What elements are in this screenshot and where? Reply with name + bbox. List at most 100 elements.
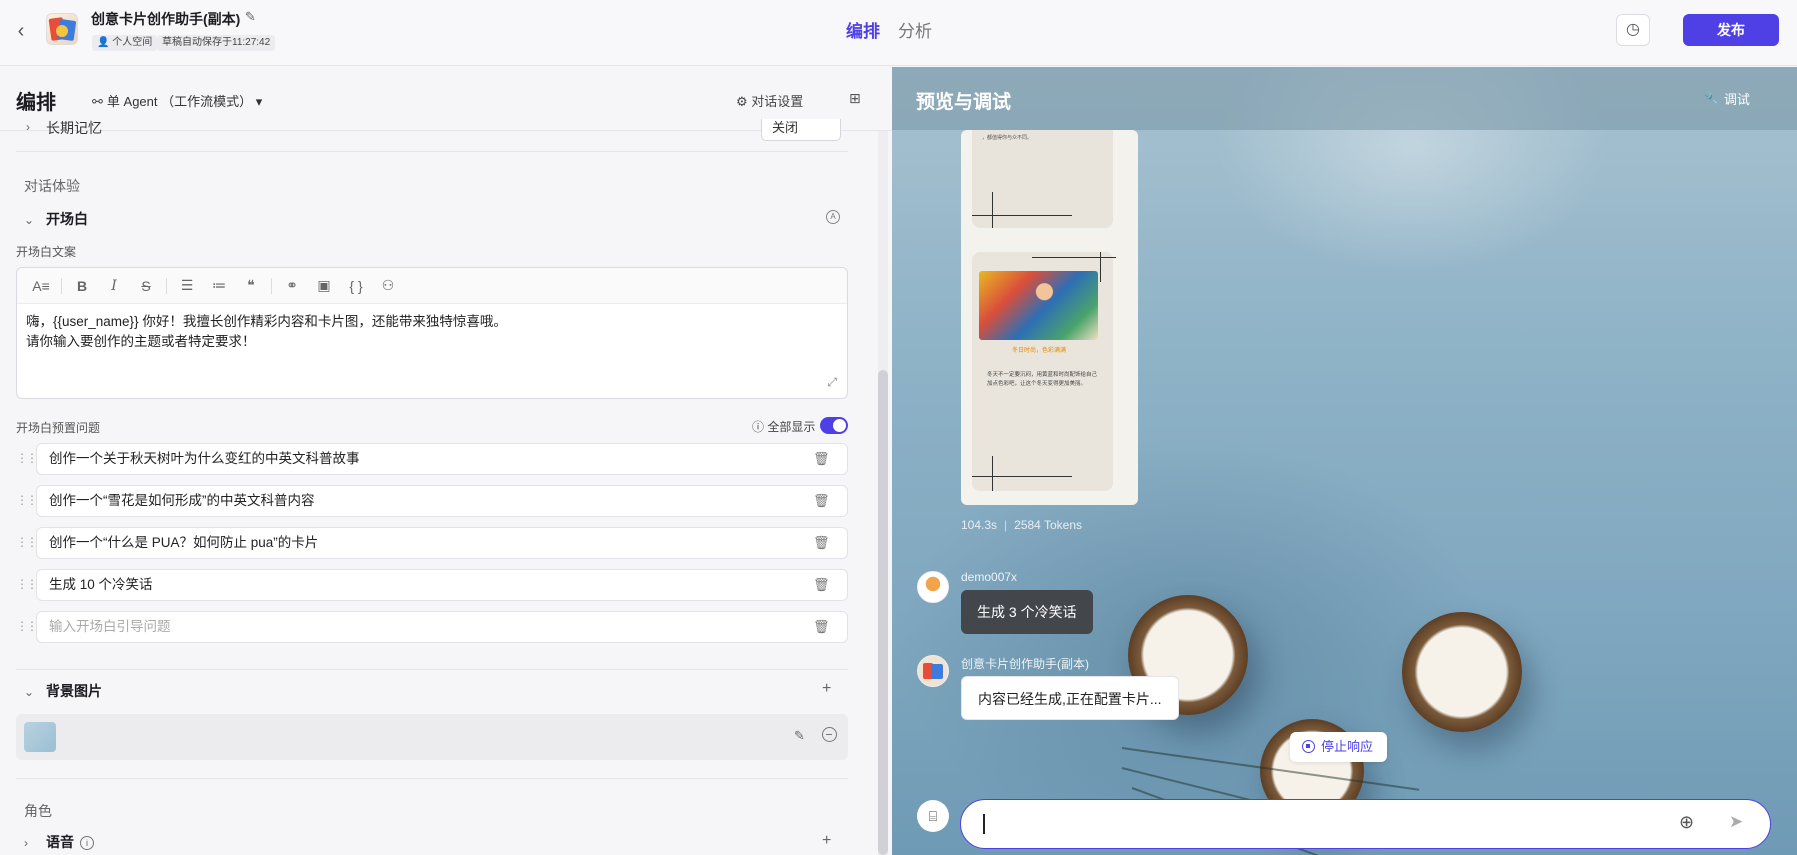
- preset-question-new-input[interactable]: 输入开场白引导问题: [36, 611, 848, 643]
- opening-text-content[interactable]: 嗨，{{user_name}} 你好！我擅长创作精彩内容和卡片图，还能带来独特惊…: [17, 304, 847, 360]
- chevron-right-icon[interactable]: ›: [26, 120, 30, 134]
- toolbar-separator: [61, 277, 62, 294]
- tab-arrange[interactable]: 编排: [846, 17, 880, 42]
- long-term-memory-select[interactable]: 关闭: [761, 119, 841, 141]
- send-icon[interactable]: ➤: [1729, 812, 1743, 832]
- chevron-down-icon: ⌄: [24, 685, 35, 699]
- drag-handle-icon[interactable]: ⋮⋮: [16, 619, 38, 633]
- app-title: 创意卡片创作助手(副本): [91, 11, 241, 27]
- stop-response-label: 停止响应: [1321, 739, 1374, 754]
- trash-icon[interactable]: 🗑: [813, 535, 830, 551]
- preset-question-input[interactable]: 创作一个“雪花是如何形成”的中英文科普内容: [36, 485, 848, 517]
- card-illustration: [979, 271, 1098, 340]
- agent-mode-label: 单 Agent （工作流模式）: [106, 94, 253, 109]
- drag-handle-icon[interactable]: ⋮⋮: [16, 493, 38, 507]
- remove-circle-icon[interactable]: [822, 727, 837, 742]
- card-body: 冬天不一定要沉闷，用黄蓝和时尚配饰给自己加点色彩吧，让这个冬天变得更加美丽。: [987, 372, 1098, 387]
- variable-braces-icon[interactable]: { }: [340, 278, 372, 294]
- card-line: [992, 192, 993, 228]
- bullet-list-icon[interactable]: ☰: [171, 277, 203, 294]
- space-tag: 👤 个人空间: [92, 35, 158, 51]
- publish-button[interactable]: 发布: [1683, 14, 1779, 46]
- opening-text-line1: 嗨，{{user_name}} 你好！我擅长创作精彩内容和卡片图，还能带来独特惊…: [26, 314, 507, 329]
- dialog-settings-button[interactable]: ⚙ 对话设置: [736, 91, 803, 110]
- preset-questions-label: 开场白预置问题: [16, 421, 101, 435]
- preset-question-input[interactable]: 创作一个“什么是 PUA？如何防止 pua”的卡片: [36, 527, 848, 559]
- debug-button[interactable]: 🔧 调试: [1704, 89, 1750, 108]
- bot-avatar: [917, 655, 949, 687]
- show-all-text: 全部显示: [767, 420, 816, 434]
- text-style-icon[interactable]: A≡: [25, 278, 57, 294]
- background-header[interactable]: ⌄ 背景图片: [24, 681, 102, 701]
- arrange-header: 编排 ⚯ 单 Agent （工作流模式） ▾ ⚙ 对话设置 ⊞: [0, 67, 892, 131]
- trash-icon[interactable]: 🗑: [813, 577, 830, 593]
- voice-header[interactable]: › 语音 i: [24, 832, 94, 852]
- section-role: 角色: [24, 803, 52, 819]
- chat-input[interactable]: ⊕ ➤: [960, 799, 1771, 849]
- user-avatar: [917, 571, 949, 603]
- add-voice-icon[interactable]: +: [822, 832, 831, 850]
- image-icon[interactable]: ▣: [308, 277, 340, 294]
- preset-question-input[interactable]: 生成 10 个冷笑话: [36, 569, 848, 601]
- history-icon: ◷: [1626, 21, 1640, 38]
- preset-question-row: ⋮⋮ 创作一个“雪花是如何形成”的中英文科普内容 🗑: [16, 485, 848, 517]
- edit-icon[interactable]: ✎: [794, 728, 805, 744]
- long-term-memory-label: 长期记忆: [46, 120, 102, 136]
- numbered-list-icon[interactable]: ≔: [203, 277, 235, 294]
- agent-mode-select[interactable]: ⚯ 单 Agent （工作流模式） ▾: [92, 91, 262, 110]
- generated-card[interactable]: 冬日时尚，色彩满满 冬天不一定要沉闷，用黄蓝和时尚配饰给自己加点色彩吧，让这个冬…: [972, 252, 1116, 491]
- history-button[interactable]: ◷: [1616, 14, 1650, 46]
- chevron-down-icon: ⌄: [24, 213, 35, 227]
- generated-card[interactable]: ，都值得你与众不同。: [972, 130, 1113, 228]
- link-icon[interactable]: ⚭: [276, 277, 308, 294]
- bold-icon[interactable]: B: [66, 278, 98, 294]
- preset-question-input[interactable]: 创作一个关于秋天树叶为什么变红的中英文科普故事: [36, 443, 848, 475]
- quote-icon[interactable]: ❝: [235, 277, 267, 294]
- preview-panel: 预览与调试 🔧 调试 ，都值得你与众不同。 冬日时尚，色彩满满 冬天不一定要沉闷…: [892, 67, 1797, 855]
- trash-icon[interactable]: 🗑: [813, 451, 830, 467]
- drag-handle-icon[interactable]: ⋮⋮: [16, 577, 38, 591]
- background-thumbnail[interactable]: [24, 722, 56, 752]
- user-message-bubble: 生成 3 个冷笑话: [961, 590, 1093, 634]
- italic-icon[interactable]: I: [98, 278, 130, 294]
- preset-question-row: ⋮⋮ 创作一个“什么是 PUA？如何防止 pua”的卡片 🗑: [16, 527, 848, 559]
- tab-analysis[interactable]: 分析: [898, 17, 932, 42]
- caret-down-icon: ▾: [255, 94, 263, 109]
- opening-header[interactable]: ⌄ 开场白: [24, 209, 88, 229]
- trash-icon[interactable]: 🗑: [813, 619, 830, 635]
- scrollbar-thumb[interactable]: [878, 370, 888, 855]
- space-tag-label: 个人空间: [112, 37, 153, 48]
- clear-context-button[interactable]: ⌸: [917, 800, 949, 832]
- stats-separator: |: [1004, 518, 1008, 532]
- opening-text-editor[interactable]: A≡ B I S ☰ ≔ ❝ ⚭ ▣ { } ⚇ 嗨，{{user_name}}…: [16, 267, 848, 399]
- info-icon[interactable]: i: [80, 836, 94, 850]
- layout-grid-icon[interactable]: ⊞: [849, 90, 861, 107]
- background-title: 背景图片: [46, 683, 102, 699]
- drag-handle-icon[interactable]: ⋮⋮: [16, 535, 38, 549]
- user-mention-icon[interactable]: ⚇: [372, 277, 404, 294]
- opening-title: 开场白: [46, 211, 88, 227]
- card-heading: 冬日时尚，色彩满满: [1012, 348, 1067, 354]
- add-background-icon[interactable]: +: [822, 680, 831, 698]
- section-dialog-experience: 对话体验: [24, 178, 80, 194]
- strikethrough-icon[interactable]: S: [130, 278, 162, 294]
- divider: [16, 669, 848, 670]
- expand-icon[interactable]: ⤢: [827, 375, 837, 390]
- drag-handle-icon[interactable]: ⋮⋮: [16, 451, 38, 465]
- show-all-toggle[interactable]: [820, 417, 848, 434]
- stop-icon: [1302, 740, 1315, 753]
- auto-icon[interactable]: A: [826, 210, 840, 224]
- background-image-row: ✎: [16, 714, 848, 760]
- trash-icon[interactable]: 🗑: [813, 493, 830, 509]
- edit-title-icon[interactable]: ✎: [245, 9, 256, 25]
- stop-response-button[interactable]: 停止响应: [1290, 732, 1388, 762]
- divider: [16, 151, 848, 152]
- preview-header: 预览与调试 🔧 调试: [892, 67, 1797, 130]
- add-attachment-icon[interactable]: ⊕: [1679, 812, 1694, 833]
- card-line: [992, 456, 993, 491]
- broom-icon: ⌸: [928, 808, 938, 824]
- debug-label: 调试: [1723, 92, 1750, 107]
- card-line: [972, 215, 1072, 216]
- back-arrow-icon[interactable]: ‹: [10, 20, 32, 42]
- long-term-memory-row: › 长期记忆 关闭: [16, 119, 846, 141]
